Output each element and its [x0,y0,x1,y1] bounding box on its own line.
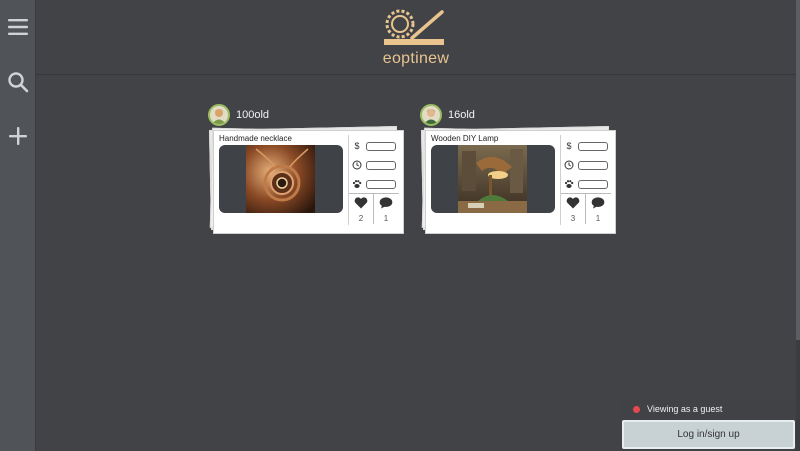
item-meta: $ 2 1 [348,135,399,225]
search-icon[interactable] [6,70,30,94]
comment-icon [591,197,605,209]
paw-icon [564,179,574,189]
post-owner[interactable]: 16old [420,104,475,126]
price-field[interactable] [366,141,396,151]
avatar[interactable] [208,104,230,126]
clock-icon [352,160,362,170]
scrollbar-thumb[interactable] [796,0,800,340]
guest-status-text: Viewing as a guest [647,404,723,414]
brand-name[interactable]: eoptinew [336,50,496,68]
lamp-photo[interactable] [458,145,527,213]
status-dot-icon [633,405,640,413]
pet-row [352,177,396,191]
price-row: $ [564,139,608,153]
comment-button[interactable]: 1 [586,196,610,223]
photo-frame [431,145,555,213]
price-field[interactable] [578,141,608,151]
plus-icon[interactable] [6,124,30,148]
necklace-photo[interactable] [246,145,315,213]
dollar-icon: $ [354,141,360,151]
avatar[interactable] [420,104,442,126]
time-field[interactable] [366,160,396,170]
pet-field[interactable] [366,179,396,189]
comment-button[interactable]: 1 [374,196,398,223]
login-signup-button[interactable]: Log in/sign up [622,420,795,449]
guest-status: Viewing as a guest [621,400,796,418]
pet-row [564,177,608,191]
owner-name: 100old [236,109,270,121]
photo-frame [219,145,343,213]
card-body[interactable]: Wooden DIY Lamp $ 3 1 [425,130,616,234]
like-button[interactable]: 2 [349,196,373,223]
item-actions: 3 1 [561,193,611,224]
item-title: Wooden DIY Lamp [431,134,499,143]
sawblade-logo-icon[interactable] [382,8,446,50]
item-meta: $ 3 1 [560,135,611,225]
comment-count: 1 [383,214,389,223]
sidebar [0,0,36,451]
heart-icon [566,197,580,209]
item-title: Handmade necklace [219,134,292,143]
card-body[interactable]: Handmade necklace $ 2 1 [213,130,404,234]
time-field[interactable] [578,160,608,170]
heart-icon [354,197,368,209]
post-owner[interactable]: 100old [208,104,269,126]
paw-icon [352,179,362,189]
comment-count: 1 [595,214,601,223]
time-row [564,158,608,172]
header: eoptinew [36,0,796,75]
clock-icon [564,160,574,170]
owner-name: 16old [448,109,475,121]
like-button[interactable]: 3 [561,196,585,223]
like-count: 3 [570,214,576,223]
like-count: 2 [358,214,364,223]
comment-icon [379,197,393,209]
dollar-icon: $ [566,141,572,151]
time-row [352,158,396,172]
pet-field[interactable] [578,179,608,189]
item-actions: 2 1 [349,193,399,224]
price-row: $ [352,139,396,153]
guest-panel: Viewing as a guest Log in/sign up [621,400,796,451]
hamburger-menu-icon[interactable] [6,15,30,39]
